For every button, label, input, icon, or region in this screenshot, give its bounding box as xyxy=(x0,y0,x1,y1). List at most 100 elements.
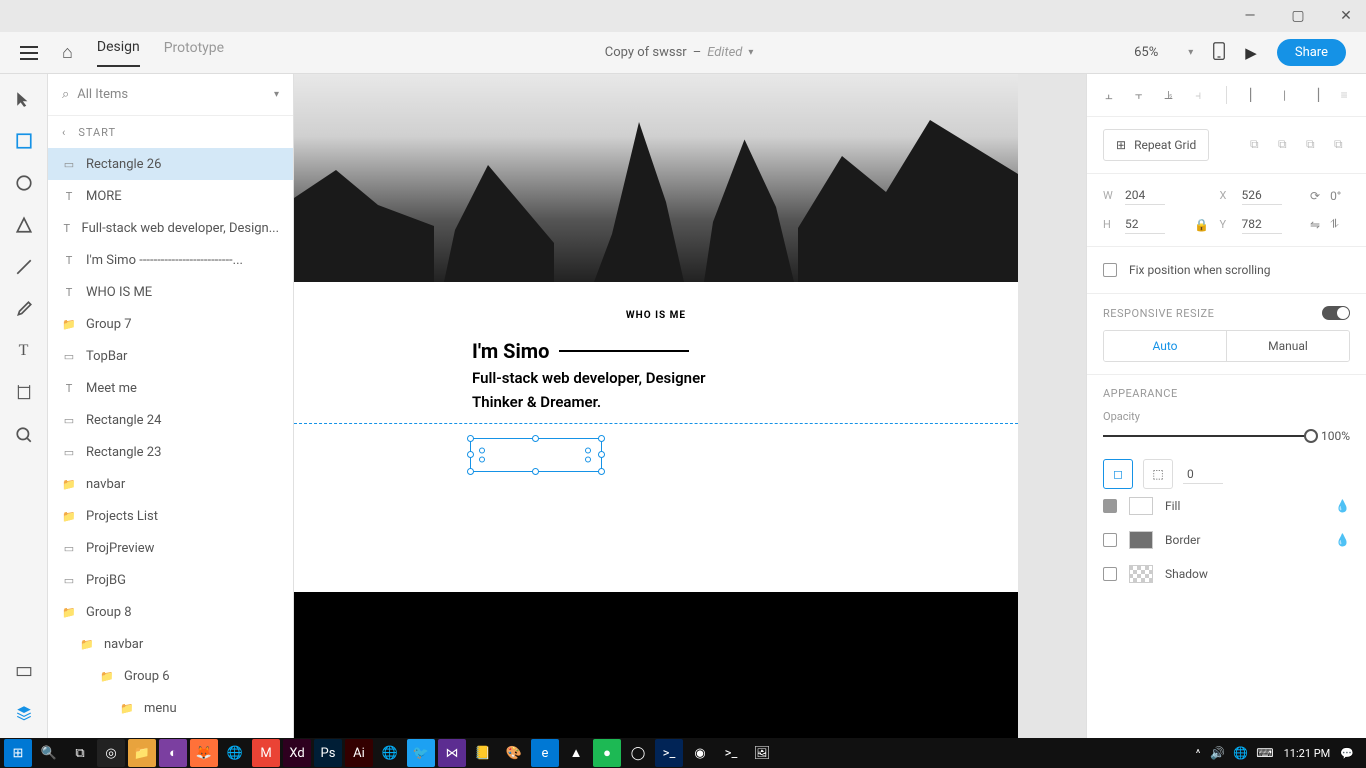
layer-item[interactable]: ▭TopBar xyxy=(48,340,293,372)
fill-color-swatch[interactable] xyxy=(1129,497,1153,515)
layer-item[interactable]: ▭ProjPreview xyxy=(48,532,293,564)
chevron-down-icon[interactable]: ▾ xyxy=(748,47,753,58)
y-input[interactable]: 782 xyxy=(1242,215,1282,234)
artboard-tool-icon[interactable] xyxy=(15,384,33,402)
canvas-area[interactable]: WHO IS ME I'm Simo Full-stack web develo… xyxy=(294,74,1086,738)
resize-auto-button[interactable]: Auto xyxy=(1104,331,1226,361)
taskbar-time[interactable]: 11:21 PM xyxy=(1284,747,1331,760)
layers-search[interactable]: ⌕ All Items ▾ xyxy=(48,74,293,116)
distribute-v-icon[interactable]: ⫞ xyxy=(1192,87,1204,103)
taskbar-app[interactable]: ⊞ xyxy=(4,739,32,767)
border-color-swatch[interactable] xyxy=(1129,531,1153,549)
rectangle-tool-icon[interactable] xyxy=(15,132,33,150)
layer-item[interactable]: TI'm Simo --------------------------... xyxy=(48,244,293,276)
boolean-intersect-icon[interactable]: ⧉ xyxy=(1306,137,1322,153)
taskbar-app[interactable]: >_ xyxy=(655,739,683,767)
layer-item[interactable]: ▭Rectangle 26 xyxy=(48,148,293,180)
shadow-color-swatch[interactable] xyxy=(1129,565,1153,583)
taskbar-app[interactable]: 🖼 xyxy=(748,739,776,767)
taskbar-app[interactable]: ◎ xyxy=(97,739,125,767)
height-input[interactable]: 52 xyxy=(1125,215,1165,234)
share-button[interactable]: Share xyxy=(1277,39,1346,66)
layer-item[interactable]: 📁navbar xyxy=(48,468,293,500)
taskbar-app[interactable]: ◯ xyxy=(624,739,652,767)
layer-item[interactable]: ▭Rectangle 23 xyxy=(48,436,293,468)
resize-handle[interactable] xyxy=(598,435,605,442)
pen-tool-icon[interactable] xyxy=(15,300,33,318)
border-checkbox[interactable] xyxy=(1103,533,1117,547)
align-vcenter-icon[interactable]: ⫟ xyxy=(1133,87,1145,103)
corner-radius-input[interactable]: 0 xyxy=(1183,465,1223,484)
shadow-checkbox[interactable] xyxy=(1103,567,1117,581)
layer-item[interactable]: 📁navbar xyxy=(48,628,293,660)
align-hcenter-icon[interactable]: | xyxy=(1279,87,1291,103)
resize-handle[interactable] xyxy=(532,435,539,442)
minimize-button[interactable]: — xyxy=(1238,4,1262,28)
boolean-add-icon[interactable]: ⧉ xyxy=(1250,137,1266,153)
taskbar-app[interactable]: Xd xyxy=(283,739,311,767)
line-tool-icon[interactable] xyxy=(15,258,33,276)
distribute-h-icon[interactable]: ≡ xyxy=(1338,87,1350,103)
boolean-subtract-icon[interactable]: ⧉ xyxy=(1278,137,1294,153)
layer-item[interactable]: 📁menu xyxy=(48,692,293,724)
document-title[interactable]: Copy of swssr – Edited ▾ xyxy=(605,45,754,60)
opacity-slider[interactable] xyxy=(1103,435,1311,437)
layer-item[interactable]: TMeet me xyxy=(48,372,293,404)
ellipse-tool-icon[interactable] xyxy=(15,174,33,192)
taskbar-app[interactable]: 🦊 xyxy=(190,739,218,767)
taskbar-app[interactable]: 🎨 xyxy=(500,739,528,767)
slider-thumb[interactable] xyxy=(1304,429,1318,443)
tab-design[interactable]: Design xyxy=(97,39,140,67)
taskbar-app[interactable]: 🌐 xyxy=(376,739,404,767)
polygon-tool-icon[interactable] xyxy=(15,216,33,234)
artboard[interactable]: WHO IS ME I'm Simo Full-stack web develo… xyxy=(294,74,1018,738)
taskbar-app[interactable]: ● xyxy=(593,739,621,767)
layer-item[interactable]: TMORE xyxy=(48,180,293,212)
corner-all-button[interactable]: ◻ xyxy=(1103,459,1133,489)
layer-item[interactable]: TFull-stack web developer, Design... xyxy=(48,212,293,244)
taskbar-app[interactable]: e xyxy=(531,739,559,767)
eyedropper-icon[interactable]: 💧 xyxy=(1335,533,1350,547)
taskbar-app[interactable]: 🌐 xyxy=(221,739,249,767)
close-button[interactable]: ✕ xyxy=(1334,4,1358,28)
layer-item[interactable]: TWHO IS ME xyxy=(48,276,293,308)
zoom-tool-icon[interactable] xyxy=(15,426,33,444)
layers-icon[interactable] xyxy=(15,704,33,722)
width-input[interactable]: 204 xyxy=(1125,186,1165,205)
taskbar-app[interactable]: ▲ xyxy=(562,739,590,767)
text-tool-icon[interactable]: T xyxy=(15,342,33,360)
zoom-select[interactable]: 65% ▾ xyxy=(1134,45,1193,60)
taskbar-app[interactable]: Ai xyxy=(345,739,373,767)
chevron-down-icon[interactable]: ▾ xyxy=(274,89,279,100)
boolean-exclude-icon[interactable]: ⧉ xyxy=(1334,137,1350,153)
resize-handle[interactable] xyxy=(467,435,474,442)
align-right-icon[interactable]: ▕ xyxy=(1308,87,1320,103)
flip-v-icon[interactable]: ⥮ xyxy=(1330,217,1339,232)
taskbar-app[interactable]: Ps xyxy=(314,739,342,767)
selection-box[interactable] xyxy=(470,438,602,472)
resize-handle[interactable] xyxy=(467,468,474,475)
rotate-icon[interactable]: ⟳ xyxy=(1310,189,1320,203)
lock-aspect-icon[interactable]: 🔒 xyxy=(1194,218,1209,232)
maximize-button[interactable]: ▢ xyxy=(1286,4,1310,28)
layer-item[interactable]: 📁Projects List xyxy=(48,500,293,532)
resize-handle[interactable] xyxy=(467,451,474,458)
taskbar-app[interactable]: >_ xyxy=(717,739,745,767)
taskbar-app[interactable]: 📁 xyxy=(128,739,156,767)
hamburger-menu-icon[interactable] xyxy=(20,46,38,60)
align-top-icon[interactable]: ⫠ xyxy=(1103,87,1115,103)
taskbar-app[interactable]: 🔍 xyxy=(35,739,63,767)
layers-back-button[interactable]: ‹ START xyxy=(48,116,293,148)
flip-h-icon[interactable]: ⇋ xyxy=(1310,218,1320,232)
play-icon[interactable]: ▶ xyxy=(1245,44,1257,62)
select-tool-icon[interactable] xyxy=(15,90,33,108)
eyedropper-icon[interactable]: 💧 xyxy=(1335,499,1350,513)
align-left-icon[interactable]: ▏ xyxy=(1249,87,1261,103)
taskbar-app[interactable]: ⋈ xyxy=(438,739,466,767)
resize-handle[interactable] xyxy=(598,468,605,475)
resize-handle[interactable] xyxy=(598,451,605,458)
rotation-input[interactable]: 0° xyxy=(1330,189,1341,203)
home-icon[interactable]: ⌂ xyxy=(62,42,73,63)
taskbar-app[interactable]: ⧉ xyxy=(66,739,94,767)
resize-manual-button[interactable]: Manual xyxy=(1226,331,1349,361)
